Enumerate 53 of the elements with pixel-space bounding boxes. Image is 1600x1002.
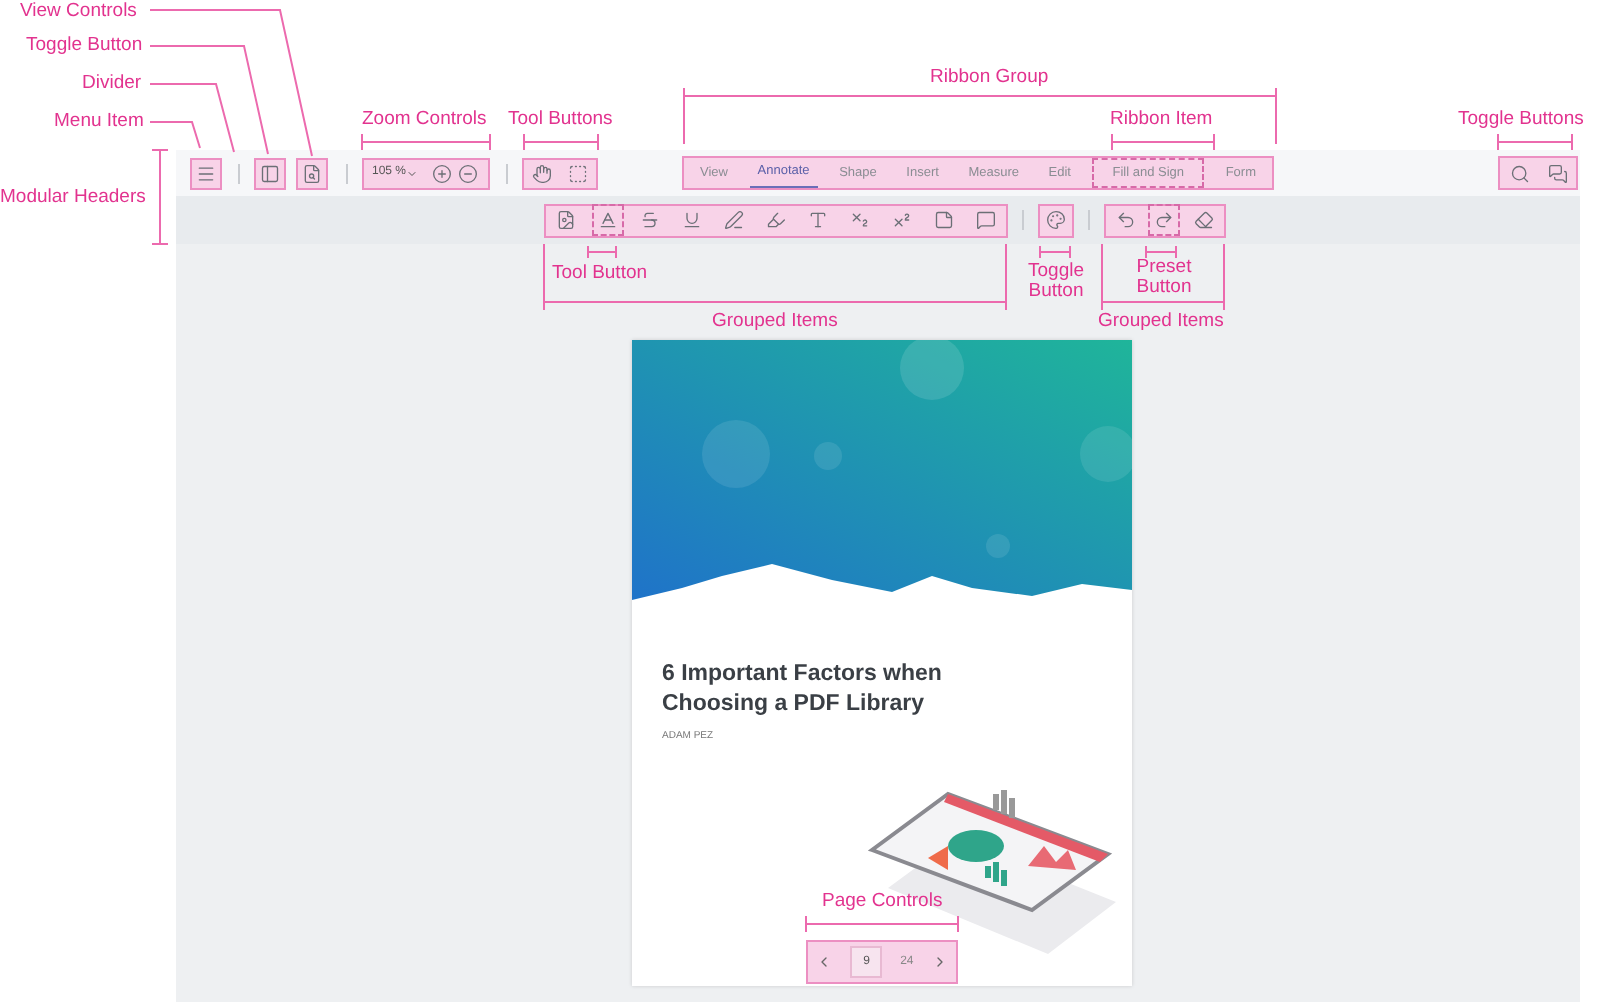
callout-label: Zoom Controls xyxy=(362,108,487,132)
dimension-line xyxy=(151,149,169,245)
callout-label: Toggle Button xyxy=(26,34,143,58)
callout-label: Grouped Items xyxy=(712,310,838,334)
callout-label: Ribbon Item xyxy=(1110,108,1213,132)
dashed-square-icon xyxy=(568,163,588,183)
callout-label: Divider xyxy=(82,72,142,96)
image-icon xyxy=(556,210,576,230)
callout-label: Toggle Buttons xyxy=(1458,108,1584,132)
eraser-icon xyxy=(1194,210,1215,230)
underline-icon xyxy=(682,210,702,230)
caret-icon xyxy=(406,167,419,179)
redo-icon xyxy=(1154,210,1175,230)
document-title: 6 Important Factors when Choosing a PDF Library xyxy=(662,660,944,720)
dimension-line xyxy=(523,133,599,151)
menu-button[interactable] xyxy=(190,157,222,189)
callout-label: Tool Button xyxy=(552,262,648,286)
menu-icon xyxy=(196,163,216,183)
dimension-line xyxy=(1497,133,1573,151)
redo-button[interactable] xyxy=(1148,204,1181,236)
callout-label: Preset Button xyxy=(1134,258,1194,298)
subscript-icon xyxy=(850,210,870,230)
callout-label: Ribbon Group xyxy=(930,66,1049,90)
strikethrough-icon xyxy=(640,210,660,230)
callout-label: Modular Headers xyxy=(0,186,146,210)
chat-bubbles-icon xyxy=(1547,163,1567,183)
undo-icon xyxy=(1115,210,1136,230)
text-underline-icon xyxy=(598,210,618,230)
highlighter-icon xyxy=(766,210,786,230)
callout-label: Grouped Items xyxy=(1098,310,1224,334)
callout-label: View Controls xyxy=(20,0,137,24)
zoom-out-icon xyxy=(458,163,479,183)
hand-icon xyxy=(532,163,552,183)
callout-label: Toggle Button xyxy=(1026,262,1086,302)
zoom-in-icon xyxy=(431,163,451,183)
dimension-line xyxy=(1039,245,1071,259)
palette-icon xyxy=(1046,210,1066,230)
dimension-line xyxy=(361,133,491,151)
search-icon xyxy=(1509,163,1529,183)
panel-toggle-button[interactable] xyxy=(254,157,286,189)
superscript-icon xyxy=(892,210,912,230)
callout-label: Page Controls xyxy=(822,890,943,914)
view-controls-button[interactable] xyxy=(296,157,328,189)
note-icon xyxy=(934,210,954,230)
tool-button[interactable] xyxy=(592,204,624,236)
callout-label: Menu Item xyxy=(54,110,144,134)
panel-icon xyxy=(260,163,280,183)
document-search-icon xyxy=(302,163,322,183)
style-toggle-button[interactable] xyxy=(1038,203,1074,237)
callout-label: Tool Buttons xyxy=(508,108,613,132)
text-icon xyxy=(808,210,828,230)
pen-icon xyxy=(724,210,744,230)
comment-icon xyxy=(976,210,996,230)
